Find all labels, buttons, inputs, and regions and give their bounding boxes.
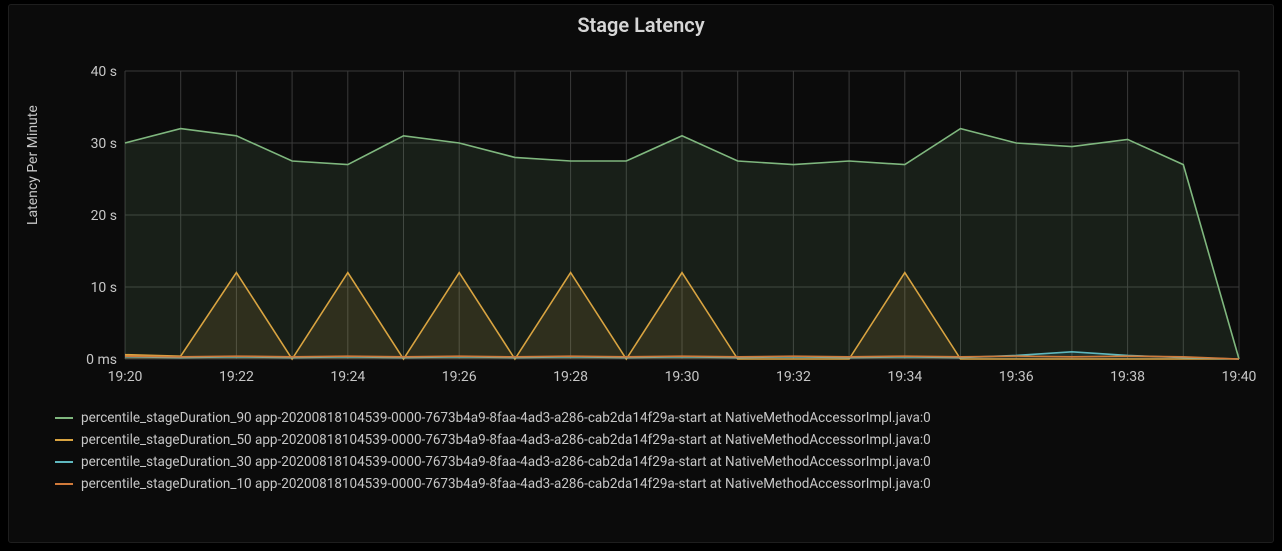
- legend-item[interactable]: percentile_stageDuration_50 app-20200818…: [55, 429, 1263, 451]
- x-tick-label: 19:32: [776, 369, 811, 385]
- legend-item[interactable]: percentile_stageDuration_30 app-20200818…: [55, 451, 1263, 473]
- legend-item[interactable]: percentile_stageDuration_10 app-20200818…: [55, 473, 1263, 495]
- legend-label: percentile_stageDuration_30 app-20200818…: [81, 451, 931, 473]
- x-tick-label: 19:34: [887, 369, 922, 385]
- legend-swatch: [55, 439, 73, 441]
- y-tick-label: 30 s: [91, 136, 117, 152]
- y-tick-label: 10 s: [91, 280, 117, 296]
- chart-panel: Stage Latency Latency Per Minute 0 ms 10 …: [8, 4, 1274, 543]
- x-tick-label: 19:36: [999, 369, 1034, 385]
- chart-plot-area[interactable]: 0 ms 10 s 20 s 30 s 40 s 19:20 19:22 19:24 19:2…: [69, 65, 1249, 395]
- chart-svg: 0 ms 10 s 20 s 30 s 40 s 19:20 19:22 19:24 19:2…: [69, 65, 1249, 395]
- legend-label: percentile_stageDuration_90 app-20200818…: [81, 407, 931, 429]
- y-tick-label: 0 ms: [86, 352, 117, 368]
- x-tick-label: 19:40: [1222, 369, 1257, 385]
- y-tick-label: 40 s: [91, 64, 117, 80]
- x-tick-label: 19:20: [108, 369, 143, 385]
- x-tick-label: 19:38: [1110, 369, 1145, 385]
- legend-swatch: [55, 483, 73, 485]
- y-tick-label: 20 s: [91, 208, 117, 224]
- x-tick-label: 19:28: [553, 369, 588, 385]
- x-tick-label: 19:26: [442, 369, 477, 385]
- chart-legend: percentile_stageDuration_90 app-20200818…: [55, 407, 1263, 495]
- legend-swatch: [55, 461, 73, 463]
- legend-label: percentile_stageDuration_10 app-20200818…: [81, 473, 931, 495]
- x-tick-label: 19:30: [665, 369, 700, 385]
- y-axis-label: Latency Per Minute: [25, 105, 41, 225]
- x-tick-label: 19:22: [219, 369, 254, 385]
- legend-swatch: [55, 417, 73, 419]
- x-tick-label: 19:24: [330, 369, 365, 385]
- chart-title: Stage Latency: [9, 5, 1273, 37]
- legend-label: percentile_stageDuration_50 app-20200818…: [81, 429, 931, 451]
- legend-item[interactable]: percentile_stageDuration_90 app-20200818…: [55, 407, 1263, 429]
